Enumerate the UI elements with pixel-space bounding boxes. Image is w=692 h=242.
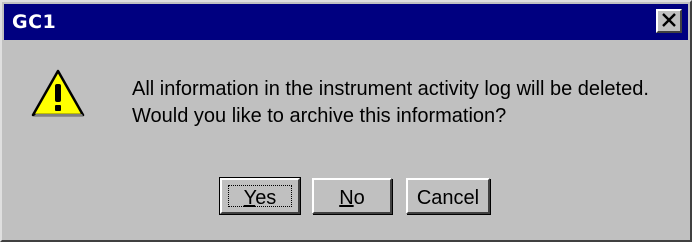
yes-button-label: Yes: [244, 187, 277, 209]
cancel-button-label: Cancel: [416, 187, 480, 209]
no-button-label: No: [339, 187, 365, 209]
message-dialog: GC1 All information in the instrument ac…: [0, 0, 692, 242]
yes-button[interactable]: Yes: [219, 177, 301, 215]
no-mnemonic: N: [339, 187, 354, 209]
close-button[interactable]: [656, 9, 682, 33]
message-text: All information in the instrument activi…: [132, 76, 649, 130]
window-title: GC1: [12, 11, 57, 33]
yes-label-rest: es: [255, 187, 277, 209]
cancel-button[interactable]: Cancel: [406, 178, 490, 214]
message-line-1: All information in the instrument activi…: [132, 78, 649, 100]
close-icon: [662, 13, 676, 27]
warning-icon: [31, 69, 85, 117]
yes-mnemonic: Y: [243, 187, 256, 209]
no-label-rest: o: [353, 187, 365, 209]
title-bar[interactable]: GC1: [4, 4, 688, 40]
no-button[interactable]: No: [312, 178, 392, 214]
message-line-2: Would you like to archive this informati…: [132, 105, 507, 127]
